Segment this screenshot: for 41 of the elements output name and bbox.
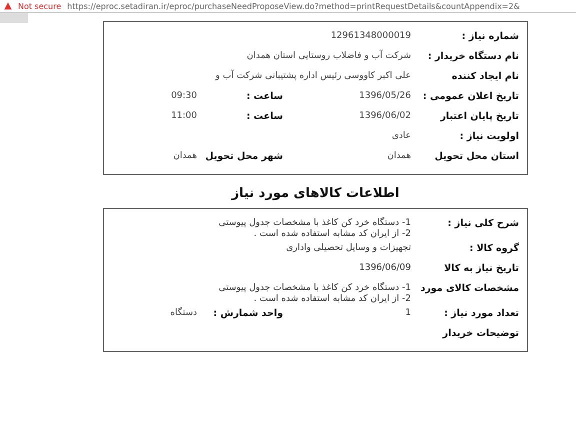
side-panel — [0, 13, 28, 23]
field-label: مشخصات کالای مورد — [419, 282, 519, 294]
field-value: 11:00 — [170, 110, 197, 121]
field-value: 1396/06/02 — [358, 110, 411, 121]
field-label: ساعت : — [245, 90, 283, 102]
field-value: 2- از ایران کد مشابه استفاده شده است . — [252, 294, 411, 305]
field-label: شرح کلی نیاز : — [446, 217, 519, 229]
field-value: 12961348000019 — [330, 30, 411, 41]
field-value: تجهیزات و وسایل تحصیلی واداری — [285, 243, 411, 254]
field-value: 2- از ایران کد مشابه استفاده شده است . — [252, 229, 411, 240]
field-value: 1396/06/09 — [358, 263, 411, 274]
field-label: نام دستگاه خریدار : — [426, 50, 519, 62]
security-label: Not secure — [18, 2, 62, 10]
field-label: ساعت : — [245, 110, 283, 122]
field-label: اولویت نیاز : — [458, 130, 519, 142]
field-value: 1- دستگاه خرد کن کاغذ با مشخصات جدول پیوستی — [218, 218, 411, 229]
field-value: همدان — [172, 150, 197, 161]
field-label: تاریخ پایان اعتبار — [439, 110, 519, 122]
field-label: تعداد مورد نیاز : — [443, 307, 519, 319]
field-value: علی اکبر کاووسی رئیس اداره پشتیبانی شرکت آب و — [214, 68, 411, 81]
field-value: 1 — [404, 308, 411, 319]
field-label: نام ایجاد کننده — [450, 70, 519, 82]
field-value: همدان — [386, 150, 411, 161]
field-label: شهر محل تحویل — [204, 150, 283, 162]
field-label: شماره نیاز : — [460, 30, 519, 42]
field-value: شرکت آب و فاضلاب روستایی استان همدان — [246, 48, 411, 61]
field-value: عادی — [390, 130, 411, 141]
field-value: 1- دستگاه خرد کن کاغذ با مشخصات جدول پیوستی — [218, 283, 411, 294]
field-label: توضیحات خریدار — [441, 327, 519, 339]
warning-icon — [4, 2, 12, 10]
field-value: دستگاه — [169, 306, 197, 318]
field-label: تاریخ اعلان عمومی : — [422, 90, 519, 102]
field-label: گروه کالا : — [468, 242, 519, 254]
field-value: 1396/05/26 — [358, 90, 411, 101]
field-value: 09:30 — [170, 90, 197, 101]
field-label: استان محل تحویل — [434, 150, 519, 162]
url-text: https://eproc.setadiran.ir/eproc/purchaseNeedProposeView.do?method=printRequestDetails&countAppendix=2& — [67, 2, 520, 10]
field-label: تاریخ نیاز به کالا — [443, 262, 519, 274]
section-title: اطلاعات کالاهای مورد نیاز — [230, 186, 400, 201]
address-bar[interactable]: Not secure https://eproc.setadiran.ir/eproc/purchaseNeedProposeView.do?method=printRequestDetails&countAppendix=2& — [0, 0, 576, 13]
field-label: واحد شمارش : — [212, 307, 283, 319]
